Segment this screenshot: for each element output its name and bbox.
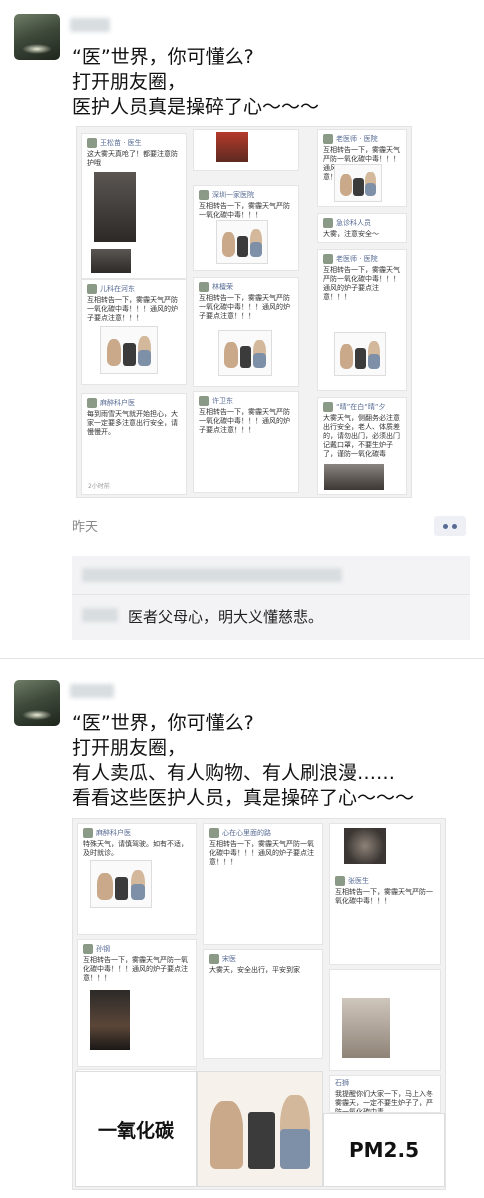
cartoon-image <box>197 1071 323 1187</box>
photo <box>342 998 390 1058</box>
screenshot-collage[interactable]: 王松苗 · 医生 这大雾天真呛了！都要注意防护哦 儿科在河东 互相转告一下，雾霾… <box>76 126 412 498</box>
moment-card: 儿科在河东 互相转告一下，雾霾天气严防一氧化碳中毒！！！通风的炉子要点注意！！！ <box>81 279 187 385</box>
post-text-line: “医”世界，你可懂么? <box>72 712 254 734</box>
comment-text: 医者父母心，明大义懂慈悲。 <box>128 608 324 626</box>
moment-card: 深圳一家医院 互相转告一下，雾霾天气严防一氧化碳中毒！！！ <box>193 185 299 271</box>
photo <box>344 828 386 864</box>
cartoon-image <box>334 164 382 202</box>
username-blurred[interactable] <box>70 18 110 32</box>
moment-card: 心在心里面的路 互相转告一下，雾霾天气严防一氧化碳中毒！！！通风的炉子要点注意！… <box>203 823 323 945</box>
comment-likes-blurred <box>82 568 342 582</box>
photo <box>90 990 130 1050</box>
username-blurred[interactable] <box>70 684 114 698</box>
moment-card: 麻醉科户医 特殊天气，请慎驾驶。如有不适，及时就诊。 <box>77 823 197 935</box>
moment-card: 老医师 · 医院 互相转告一下，雾霾天气严防一氧化碳中毒！！！通风的炉子要点注意… <box>317 129 407 207</box>
moment-card: 许卫东 互相转告一下，雾霾天气严防一氧化碳中毒！！！通风的炉子要点注意！！！ <box>193 391 299 493</box>
post-text-line: 看看这些医护人员，真是操碎了心～～～ <box>72 787 415 809</box>
moment-card: “晴”在白“晴”夕 大雾天气，侧翻务必注意出行安全，老人、体质差的，请勿出门，必… <box>317 397 407 495</box>
moment-card <box>329 969 441 1071</box>
post-text-line: “医”世界，你可懂么? <box>72 46 254 68</box>
moment-card: 石狮 我提醒你们大家一下，马上入冬雾霾天，一定不要生炉子了，严防一氧化碳中毒 <box>329 1075 441 1113</box>
cartoon-image <box>218 330 272 376</box>
more-dots-icon[interactable] <box>434 516 466 536</box>
cartoon-image <box>216 220 268 264</box>
divider <box>72 594 470 595</box>
post-divider <box>0 658 484 659</box>
commenter-name-blurred[interactable] <box>82 608 118 622</box>
screenshot-collage[interactable]: 麻醉科户医 特殊天气，请慎驾驶。如有不适，及时就诊。 心在心里面的路 互相转告一… <box>72 818 446 1190</box>
moment-card: 林檀荣 互相转告一下，雾霾天气严防一氧化碳中毒！！！通风的炉子要点注意！！！ <box>193 277 299 387</box>
post-text-line: 打开朋友圈， <box>72 737 187 759</box>
photo <box>94 172 136 242</box>
moment-card: 孙钢 互相转告一下，雾霾天气严防一氧化碳中毒！！！通风的炉子要点注意！！！ <box>77 939 197 1067</box>
photo <box>91 249 131 273</box>
post-time: 昨天 <box>72 520 99 535</box>
moment-card: 麻醉科户医 每到雨雪天气就开始担心，大家一定要多注意出行安全，请慢慢开。 2小时… <box>81 393 187 495</box>
cartoon-image <box>334 332 386 376</box>
post-text-line: 打开朋友圈， <box>72 71 187 93</box>
comment-area: 医者父母心，明大义懂慈悲。 <box>72 556 470 640</box>
cartoon-image <box>90 860 152 908</box>
banner-pm25: PM2.5 <box>323 1113 445 1187</box>
banner-co: 一氧化碳 <box>75 1071 197 1187</box>
moment-card: 宋医 大雾天，安全出行，平安到家 <box>203 949 323 1059</box>
cartoon-image <box>100 326 158 374</box>
photo <box>324 464 384 490</box>
moment-card <box>193 129 299 171</box>
moment-card: 老医师 · 医院 互相转告一下，雾霾天气严防一氧化碳中毒！！！通风的炉子要点注意… <box>317 249 407 391</box>
post-text-line: 有人卖瓜、有人购物、有人刷浪漫…… <box>72 762 396 784</box>
avatar[interactable] <box>14 680 60 726</box>
avatar[interactable] <box>14 14 60 60</box>
moment-card: 急诊科人员 大雾，注意安全～ <box>317 213 407 243</box>
post-text-line: 医护人员真是操碎了心～～～ <box>72 96 320 118</box>
moment-card: 张医生 互相转告一下，雾霾天气严防一氧化碳中毒！！！ <box>329 823 441 965</box>
